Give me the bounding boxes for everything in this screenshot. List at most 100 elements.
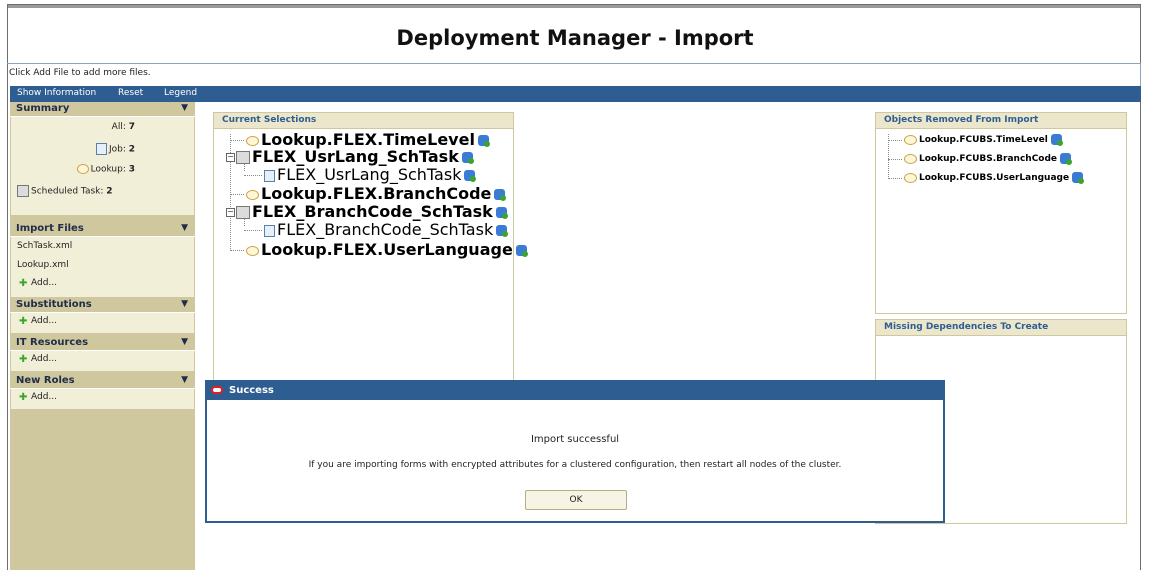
tree-line bbox=[888, 178, 902, 179]
deploy-icon bbox=[477, 135, 490, 147]
deploy-icon bbox=[464, 170, 477, 182]
tree-node-lookup[interactable]: Lookup.FLEX.BranchCode bbox=[246, 186, 507, 202]
job-icon bbox=[264, 224, 275, 237]
legend-button[interactable]: Legend bbox=[164, 88, 197, 98]
it-resources-body: ✚ Add... bbox=[10, 351, 195, 371]
objects-removed-panel: Objects Removed From Import Lookup.FCUBS… bbox=[875, 112, 1127, 314]
dialog-title-bar: Success bbox=[207, 382, 943, 400]
tree-node-job[interactable]: FLEX_UsrLang_SchTask bbox=[264, 167, 477, 183]
summary-section: Summary ▼ All: 7 Job: 2 Lookup: 3 Schedu… bbox=[10, 102, 195, 215]
new-roles-section: New Roles ▼ ✚ Add... bbox=[10, 374, 195, 409]
tree-line bbox=[244, 175, 262, 176]
new-roles-body: ✚ Add... bbox=[10, 389, 195, 409]
it-resources-add[interactable]: ✚ Add... bbox=[11, 351, 194, 368]
tree-node-job[interactable]: FLEX_BranchCode_SchTask bbox=[264, 222, 509, 238]
new-roles-header[interactable]: New Roles ▼ bbox=[10, 374, 195, 389]
tree-line bbox=[244, 230, 262, 231]
removed-item[interactable]: Lookup.FCUBS.BranchCode bbox=[904, 152, 1073, 166]
deploy-icon bbox=[494, 189, 507, 201]
summary-title: Summary bbox=[16, 103, 70, 114]
dialog-title: Success bbox=[229, 385, 274, 396]
deploy-icon bbox=[1060, 153, 1073, 165]
oracle-logo-icon bbox=[211, 386, 223, 394]
tree-node-lookup[interactable]: Lookup.FLEX.TimeLevel bbox=[246, 132, 490, 148]
tree-line bbox=[888, 140, 902, 141]
missing-dependencies-title: Missing Dependencies To Create bbox=[876, 320, 1126, 336]
add-icon: ✚ bbox=[19, 392, 28, 403]
page-title: Deployment Manager - Import bbox=[396, 26, 754, 50]
summary-body: All: 7 Job: 2 Lookup: 3 Scheduled Task: … bbox=[10, 117, 195, 215]
app-container-border bbox=[7, 63, 1141, 87]
scheduled-task-icon bbox=[236, 206, 250, 219]
add-icon: ✚ bbox=[19, 278, 28, 289]
import-files-section: Import Files ▼ SchTask.xml Lookup.xml ✚ A… bbox=[10, 222, 195, 297]
new-roles-title: New Roles bbox=[16, 375, 75, 386]
collapse-icon[interactable]: − bbox=[226, 208, 235, 217]
substitutions-body: ✚ Add... bbox=[10, 313, 195, 333]
chevron-down-icon[interactable]: ▼ bbox=[181, 103, 188, 113]
top-rule bbox=[8, 5, 1140, 8]
summary-job: Job: 2 bbox=[11, 143, 135, 155]
objects-removed-title: Objects Removed From Import bbox=[876, 113, 1126, 129]
tree-line bbox=[888, 159, 902, 160]
import-files-add[interactable]: ✚ Add... bbox=[11, 275, 194, 292]
deploy-icon bbox=[495, 207, 508, 219]
substitutions-header[interactable]: Substitutions ▼ bbox=[10, 298, 195, 313]
it-resources-section: IT Resources ▼ ✚ Add... bbox=[10, 336, 195, 371]
tree-line bbox=[244, 163, 245, 171]
chevron-down-icon[interactable]: ▼ bbox=[181, 375, 188, 385]
tree-line bbox=[230, 250, 244, 251]
tree-node-lookup[interactable]: Lookup.FLEX.UserLanguage bbox=[246, 242, 528, 258]
current-selections-title: Current Selections bbox=[214, 113, 513, 129]
scheduled-task-icon bbox=[17, 185, 29, 197]
chevron-down-icon[interactable]: ▼ bbox=[181, 299, 188, 309]
removed-item[interactable]: Lookup.FCUBS.UserLanguage bbox=[904, 171, 1085, 185]
summary-scheduled-task: Scheduled Task: 2 bbox=[17, 185, 113, 197]
collapse-icon[interactable]: − bbox=[226, 153, 235, 162]
job-icon bbox=[264, 169, 275, 182]
chevron-down-icon[interactable]: ▼ bbox=[181, 223, 188, 233]
summary-header[interactable]: Summary ▼ bbox=[10, 102, 195, 117]
deploy-icon bbox=[1050, 134, 1063, 146]
success-dialog: Success Import successful If you are imp… bbox=[205, 380, 945, 523]
lookup-icon bbox=[904, 134, 917, 145]
substitutions-section: Substitutions ▼ ✚ Add... bbox=[10, 298, 195, 333]
import-file-item[interactable]: Lookup.xml bbox=[11, 256, 194, 275]
chevron-down-icon[interactable]: ▼ bbox=[181, 337, 188, 347]
new-roles-add[interactable]: ✚ Add... bbox=[11, 389, 194, 406]
dialog-message: Import successful bbox=[530, 434, 620, 445]
add-icon: ✚ bbox=[19, 354, 28, 365]
substitutions-title: Substitutions bbox=[16, 299, 92, 310]
lookup-icon bbox=[246, 135, 259, 146]
lookup-icon bbox=[76, 164, 89, 174]
reset-button[interactable]: Reset bbox=[118, 88, 143, 98]
import-files-header[interactable]: Import Files ▼ bbox=[10, 222, 195, 237]
lookup-icon bbox=[246, 245, 259, 256]
lookup-icon bbox=[246, 189, 259, 200]
it-resources-header[interactable]: IT Resources ▼ bbox=[10, 336, 195, 351]
current-selections-panel: Current Selections Lookup.FLEX.TimeLevel… bbox=[213, 112, 528, 412]
job-icon bbox=[95, 143, 107, 155]
add-file-hint: Click Add File to add more files. bbox=[9, 68, 151, 78]
substitutions-add[interactable]: ✚ Add... bbox=[11, 313, 194, 330]
show-information-button[interactable]: Show Information bbox=[17, 88, 96, 98]
import-file-item[interactable]: SchTask.xml bbox=[11, 237, 194, 256]
import-files-body: SchTask.xml Lookup.xml ✚ Add... bbox=[10, 237, 195, 297]
dialog-detail: If you are importing forms with encrypte… bbox=[308, 460, 842, 470]
lookup-icon bbox=[904, 153, 917, 164]
deploy-icon bbox=[515, 245, 528, 257]
tree-node-scheduled-task[interactable]: FLEX_BranchCode_SchTask bbox=[236, 204, 508, 220]
menu-bar: Show Information Reset Legend bbox=[10, 86, 1141, 102]
deploy-icon bbox=[461, 152, 474, 164]
tree-node-scheduled-task[interactable]: FLEX_UsrLang_SchTask bbox=[236, 149, 474, 165]
tree-line bbox=[230, 194, 244, 195]
it-resources-title: IT Resources bbox=[16, 337, 89, 348]
ok-button[interactable]: OK bbox=[525, 490, 627, 510]
add-icon: ✚ bbox=[19, 316, 28, 327]
tree-line bbox=[230, 140, 244, 141]
removed-item[interactable]: Lookup.FCUBS.TimeLevel bbox=[904, 133, 1063, 147]
scheduled-task-icon bbox=[236, 151, 250, 164]
deploy-icon bbox=[1072, 172, 1085, 184]
lookup-icon bbox=[904, 172, 917, 183]
sidebar: Summary ▼ All: 7 Job: 2 Lookup: 3 Schedu… bbox=[10, 102, 195, 570]
